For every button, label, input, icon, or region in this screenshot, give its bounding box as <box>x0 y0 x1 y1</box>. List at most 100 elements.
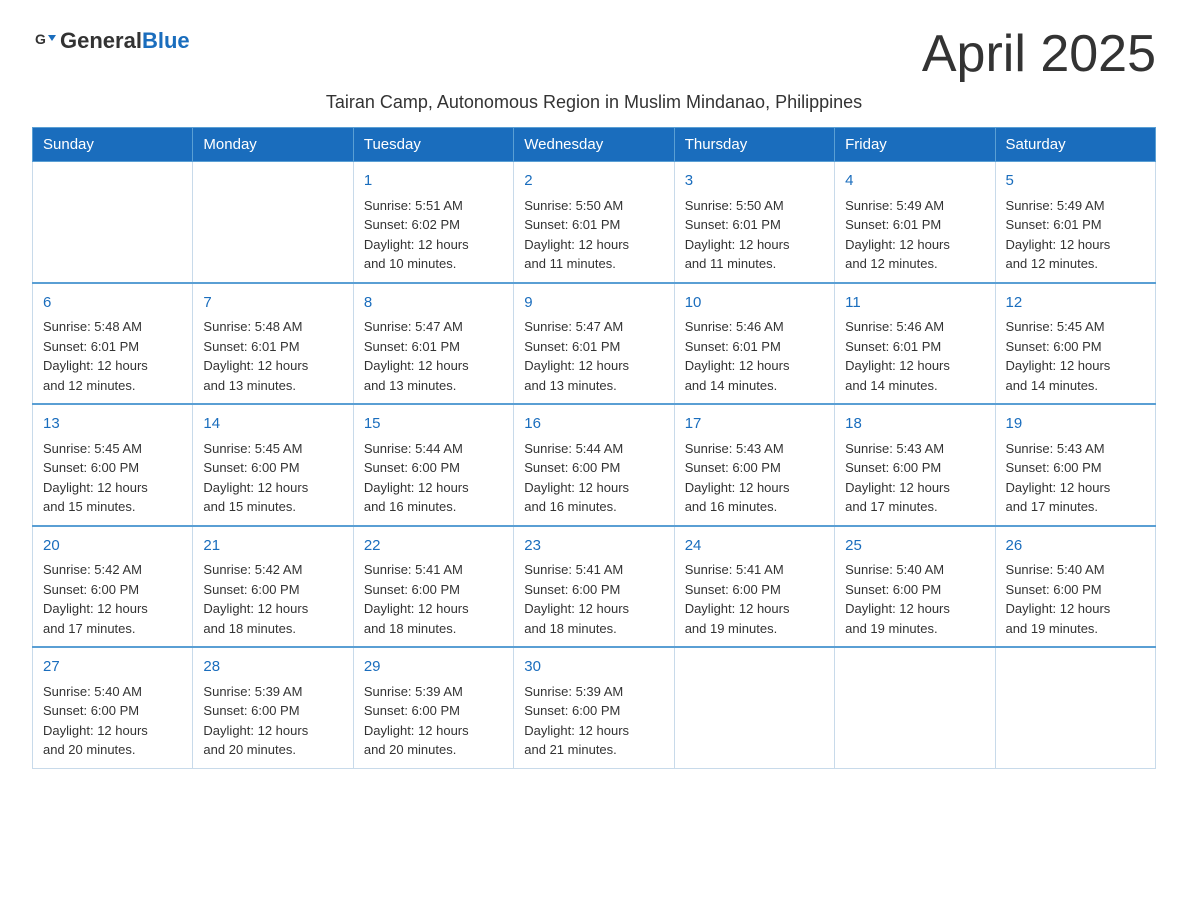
day-number: 10 <box>685 292 824 315</box>
column-header-wednesday: Wednesday <box>514 128 674 162</box>
header: G GeneralBlue April 2025 <box>32 24 1156 84</box>
calendar-week-row: 13 Sunrise: 5:45 AM Sunset: 6:00 PM Dayli… <box>33 404 1156 526</box>
day-number: 29 <box>364 656 503 679</box>
day-number: 28 <box>203 656 342 679</box>
day-info: Sunrise: 5:50 AM Sunset: 6:01 PM Dayligh… <box>685 196 824 274</box>
subtitle: Tairan Camp, Autonomous Region in Muslim… <box>32 92 1156 113</box>
calendar-cell: 19 Sunrise: 5:43 AM Sunset: 6:00 PM Dayli… <box>995 404 1155 526</box>
day-info: Sunrise: 5:45 AM Sunset: 6:00 PM Dayligh… <box>1006 317 1145 395</box>
calendar-cell <box>995 647 1155 768</box>
day-number: 27 <box>43 656 182 679</box>
column-header-saturday: Saturday <box>995 128 1155 162</box>
day-info: Sunrise: 5:42 AM Sunset: 6:00 PM Dayligh… <box>43 560 182 638</box>
day-number: 4 <box>845 170 984 193</box>
day-info: Sunrise: 5:39 AM Sunset: 6:00 PM Dayligh… <box>203 682 342 760</box>
day-info: Sunrise: 5:42 AM Sunset: 6:00 PM Dayligh… <box>203 560 342 638</box>
day-info: Sunrise: 5:40 AM Sunset: 6:00 PM Dayligh… <box>1006 560 1145 638</box>
day-info: Sunrise: 5:46 AM Sunset: 6:01 PM Dayligh… <box>845 317 984 395</box>
calendar-cell: 28 Sunrise: 5:39 AM Sunset: 6:00 PM Dayli… <box>193 647 353 768</box>
calendar-cell: 29 Sunrise: 5:39 AM Sunset: 6:00 PM Dayli… <box>353 647 513 768</box>
day-number: 5 <box>1006 170 1145 193</box>
calendar-cell: 13 Sunrise: 5:45 AM Sunset: 6:00 PM Dayli… <box>33 404 193 526</box>
day-info: Sunrise: 5:40 AM Sunset: 6:00 PM Dayligh… <box>845 560 984 638</box>
column-header-friday: Friday <box>835 128 995 162</box>
calendar-cell: 11Sunrise: 5:46 AM Sunset: 6:01 PM Dayli… <box>835 283 995 405</box>
day-info: Sunrise: 5:47 AM Sunset: 6:01 PM Dayligh… <box>524 317 663 395</box>
day-info: Sunrise: 5:41 AM Sunset: 6:00 PM Dayligh… <box>685 560 824 638</box>
calendar-cell: 10Sunrise: 5:46 AM Sunset: 6:01 PM Dayli… <box>674 283 834 405</box>
day-number: 11 <box>845 292 984 315</box>
column-header-sunday: Sunday <box>33 128 193 162</box>
day-number: 13 <box>43 413 182 436</box>
calendar-cell: 26Sunrise: 5:40 AM Sunset: 6:00 PM Dayli… <box>995 526 1155 648</box>
day-number: 25 <box>845 535 984 558</box>
calendar-cell: 27Sunrise: 5:40 AM Sunset: 6:00 PM Dayli… <box>33 647 193 768</box>
day-number: 3 <box>685 170 824 193</box>
day-info: Sunrise: 5:44 AM Sunset: 6:00 PM Dayligh… <box>524 439 663 517</box>
day-number: 8 <box>364 292 503 315</box>
day-info: Sunrise: 5:49 AM Sunset: 6:01 PM Dayligh… <box>1006 196 1145 274</box>
day-info: Sunrise: 5:39 AM Sunset: 6:00 PM Dayligh… <box>364 682 503 760</box>
calendar-cell: 5 Sunrise: 5:49 AM Sunset: 6:01 PM Daylig… <box>995 162 1155 283</box>
day-number: 26 <box>1006 535 1145 558</box>
calendar-cell: 4Sunrise: 5:49 AM Sunset: 6:01 PM Daylig… <box>835 162 995 283</box>
calendar-cell: 20Sunrise: 5:42 AM Sunset: 6:00 PM Dayli… <box>33 526 193 648</box>
day-info: Sunrise: 5:43 AM Sunset: 6:00 PM Dayligh… <box>845 439 984 517</box>
calendar-cell: 6Sunrise: 5:48 AM Sunset: 6:01 PM Daylig… <box>33 283 193 405</box>
day-number: 24 <box>685 535 824 558</box>
day-number: 15 <box>364 413 503 436</box>
day-number: 22 <box>364 535 503 558</box>
day-info: Sunrise: 5:51 AM Sunset: 6:02 PM Dayligh… <box>364 196 503 274</box>
calendar-cell: 21Sunrise: 5:42 AM Sunset: 6:00 PM Dayli… <box>193 526 353 648</box>
day-number: 19 <box>1006 413 1145 436</box>
calendar-cell: 14 Sunrise: 5:45 AM Sunset: 6:00 PM Dayli… <box>193 404 353 526</box>
logo-icon: G <box>34 30 56 52</box>
day-number: 16 <box>524 413 663 436</box>
day-number: 30 <box>524 656 663 679</box>
column-header-tuesday: Tuesday <box>353 128 513 162</box>
day-info: Sunrise: 5:45 AM Sunset: 6:00 PM Dayligh… <box>203 439 342 517</box>
calendar-cell: 9Sunrise: 5:47 AM Sunset: 6:01 PM Daylig… <box>514 283 674 405</box>
svg-text:G: G <box>35 31 46 47</box>
calendar-header-row: SundayMondayTuesdayWednesdayThursdayFrid… <box>33 128 1156 162</box>
day-info: Sunrise: 5:39 AM Sunset: 6:00 PM Dayligh… <box>524 682 663 760</box>
day-info: Sunrise: 5:48 AM Sunset: 6:01 PM Dayligh… <box>203 317 342 395</box>
day-number: 1 <box>364 170 503 193</box>
calendar-cell <box>193 162 353 283</box>
calendar-cell: 24Sunrise: 5:41 AM Sunset: 6:00 PM Dayli… <box>674 526 834 648</box>
column-header-monday: Monday <box>193 128 353 162</box>
day-info: Sunrise: 5:48 AM Sunset: 6:01 PM Dayligh… <box>43 317 182 395</box>
day-info: Sunrise: 5:44 AM Sunset: 6:00 PM Dayligh… <box>364 439 503 517</box>
day-info: Sunrise: 5:45 AM Sunset: 6:00 PM Dayligh… <box>43 439 182 517</box>
day-info: Sunrise: 5:46 AM Sunset: 6:01 PM Dayligh… <box>685 317 824 395</box>
day-number: 21 <box>203 535 342 558</box>
calendar-cell: 25Sunrise: 5:40 AM Sunset: 6:00 PM Dayli… <box>835 526 995 648</box>
day-number: 6 <box>43 292 182 315</box>
day-info: Sunrise: 5:41 AM Sunset: 6:00 PM Dayligh… <box>364 560 503 638</box>
day-info: Sunrise: 5:43 AM Sunset: 6:00 PM Dayligh… <box>1006 439 1145 517</box>
day-number: 23 <box>524 535 663 558</box>
calendar-cell: 16 Sunrise: 5:44 AM Sunset: 6:00 PM Dayli… <box>514 404 674 526</box>
calendar-cell: 1 Sunrise: 5:51 AM Sunset: 6:02 PM Daylig… <box>353 162 513 283</box>
calendar-table: SundayMondayTuesdayWednesdayThursdayFrid… <box>32 127 1156 769</box>
calendar-week-row: 20Sunrise: 5:42 AM Sunset: 6:00 PM Dayli… <box>33 526 1156 648</box>
calendar-cell: 23Sunrise: 5:41 AM Sunset: 6:00 PM Dayli… <box>514 526 674 648</box>
calendar-cell: 30 Sunrise: 5:39 AM Sunset: 6:00 PM Dayli… <box>514 647 674 768</box>
day-info: Sunrise: 5:50 AM Sunset: 6:01 PM Dayligh… <box>524 196 663 274</box>
logo-blue-text: Blue <box>142 28 190 53</box>
calendar-cell: 12Sunrise: 5:45 AM Sunset: 6:00 PM Dayli… <box>995 283 1155 405</box>
day-number: 2 <box>524 170 663 193</box>
calendar-cell <box>674 647 834 768</box>
calendar-cell <box>33 162 193 283</box>
day-info: Sunrise: 5:43 AM Sunset: 6:00 PM Dayligh… <box>685 439 824 517</box>
calendar-cell: 17 Sunrise: 5:43 AM Sunset: 6:00 PM Dayli… <box>674 404 834 526</box>
column-header-thursday: Thursday <box>674 128 834 162</box>
day-info: Sunrise: 5:47 AM Sunset: 6:01 PM Dayligh… <box>364 317 503 395</box>
calendar-cell: 8Sunrise: 5:47 AM Sunset: 6:01 PM Daylig… <box>353 283 513 405</box>
day-number: 17 <box>685 413 824 436</box>
calendar-cell: 3 Sunrise: 5:50 AM Sunset: 6:01 PM Daylig… <box>674 162 834 283</box>
day-info: Sunrise: 5:41 AM Sunset: 6:00 PM Dayligh… <box>524 560 663 638</box>
calendar-cell: 15 Sunrise: 5:44 AM Sunset: 6:00 PM Dayli… <box>353 404 513 526</box>
day-number: 14 <box>203 413 342 436</box>
day-number: 18 <box>845 413 984 436</box>
